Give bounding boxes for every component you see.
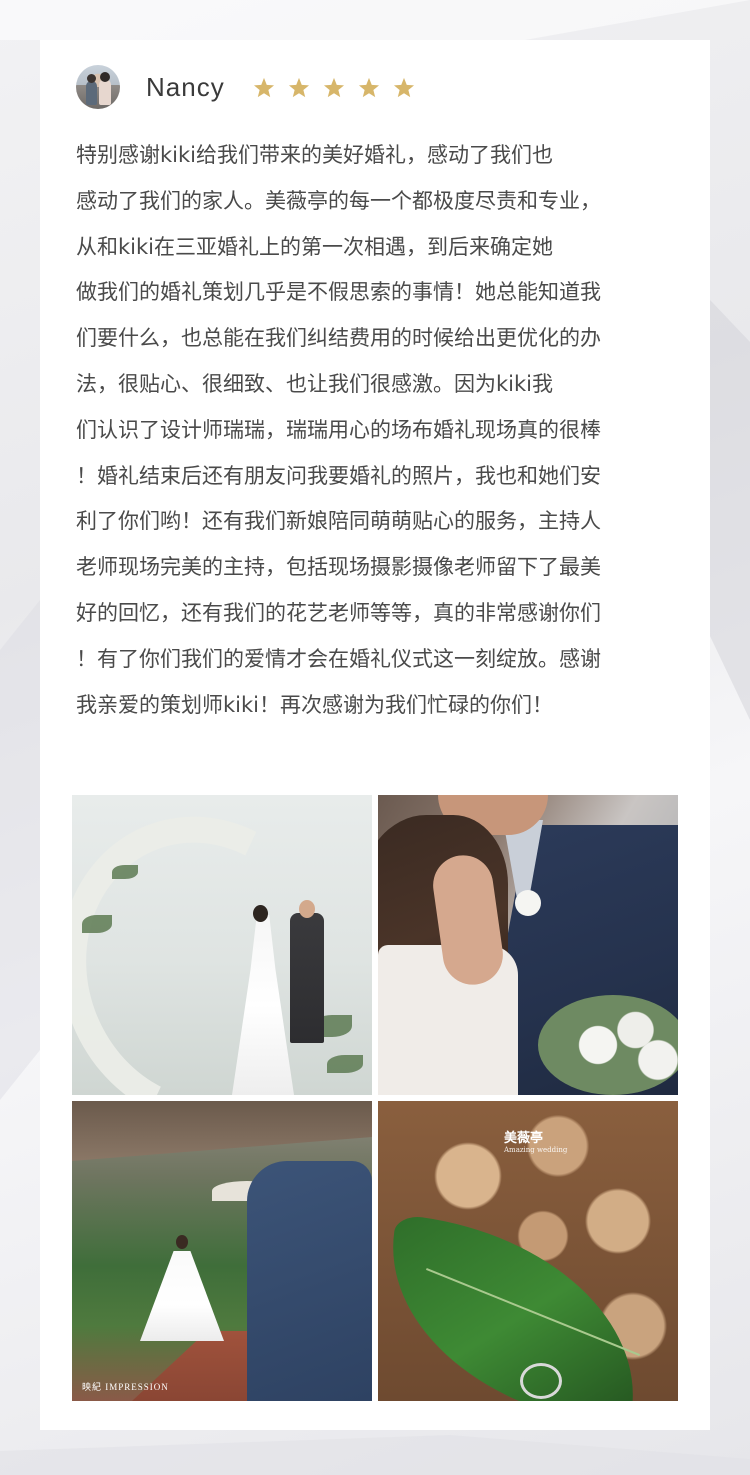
bride-figure: [140, 1251, 224, 1341]
groom-figure: [247, 1161, 372, 1401]
review-text-line: ！有了你们我们的爱情才会在婚礼仪式这一刻绽放。感谢: [76, 646, 601, 671]
review-text-line: 利了你们哟！还有我们新娘陪同萌萌贴心的服务，主持人: [76, 509, 601, 534]
star-icon: [358, 77, 380, 98]
photo-couple-embrace[interactable]: [378, 795, 678, 1095]
review-text-line: 们认识了设计师瑞瑞，瑞瑞用心的场布婚礼现场真的很棒: [76, 417, 601, 442]
star-icon: [288, 77, 310, 98]
background-facet: [0, 1435, 750, 1475]
review-text-line: 感动了我们的家人。美薇亭的每一个都极度尽责和专业，: [76, 188, 601, 213]
photo-bride-garden[interactable]: 映紀 IMPRESSION: [72, 1101, 372, 1401]
photo-watermark: 映紀 IMPRESSION: [82, 1382, 169, 1392]
review-text-line: ！婚礼结束后还有朋友问我要婚礼的照片，我也和她们安: [76, 463, 601, 488]
reviewer-name: Nancy: [146, 71, 225, 102]
leaf: [378, 1213, 655, 1401]
background-facet: [0, 0, 750, 40]
brand-watermark: 美薇亭 Amazing wedding: [504, 1131, 568, 1154]
review-card: Nancy 特别感谢kiki给我们带来的美好婚礼，感动了我们也感动了我们的家人。…: [40, 40, 710, 1430]
review-text-line: 法，很贴心、很细致、也让我们很感激。因为kiki我: [76, 371, 553, 396]
avatar[interactable]: [76, 65, 120, 109]
review-text-line: 从和kiki在三亚婚礼上的第一次相遇，到后来确定她: [76, 234, 553, 259]
bouquet: [538, 995, 678, 1095]
star-rating: [253, 77, 415, 98]
boutonniere: [515, 890, 541, 916]
photo-gallery: 映紀 IMPRESSION 美薇亭 Amazing wedding: [72, 795, 678, 1401]
review-text-line: 老师现场完美的主持，包括现场摄影摄像老师留下了最美: [76, 555, 601, 580]
star-icon: [253, 77, 275, 98]
review-text-line: 特别感谢kiki给我们带来的美好婚礼，感动了我们也: [76, 143, 553, 167]
groom-figure: [290, 913, 324, 1043]
review-text-line: 做我们的婚礼策划几乎是不假思索的事情！她总能知道我: [76, 280, 601, 305]
star-icon: [323, 77, 345, 98]
photo-rings-leaf[interactable]: 美薇亭 Amazing wedding: [378, 1101, 678, 1401]
background-facet: [0, 600, 40, 1100]
review-text: 特别感谢kiki给我们带来的美好婚礼，感动了我们也感动了我们的家人。美薇亭的每一…: [76, 133, 676, 728]
photo-ceremony-arch[interactable]: [72, 795, 372, 1095]
review-text-line: 好的回忆，还有我们的花艺老师等等，真的非常感谢你们: [76, 600, 601, 625]
review-text-line: 我亲爱的策划师kiki！再次感谢为我们忙碌的你们！: [76, 692, 553, 717]
background-facet: [710, 300, 750, 720]
review-header: Nancy: [76, 64, 415, 110]
star-icon: [393, 77, 415, 98]
ring: [520, 1363, 562, 1399]
review-text-line: 们要什么，也总能在我们纠结费用的时候给出更优化的办: [76, 326, 601, 351]
